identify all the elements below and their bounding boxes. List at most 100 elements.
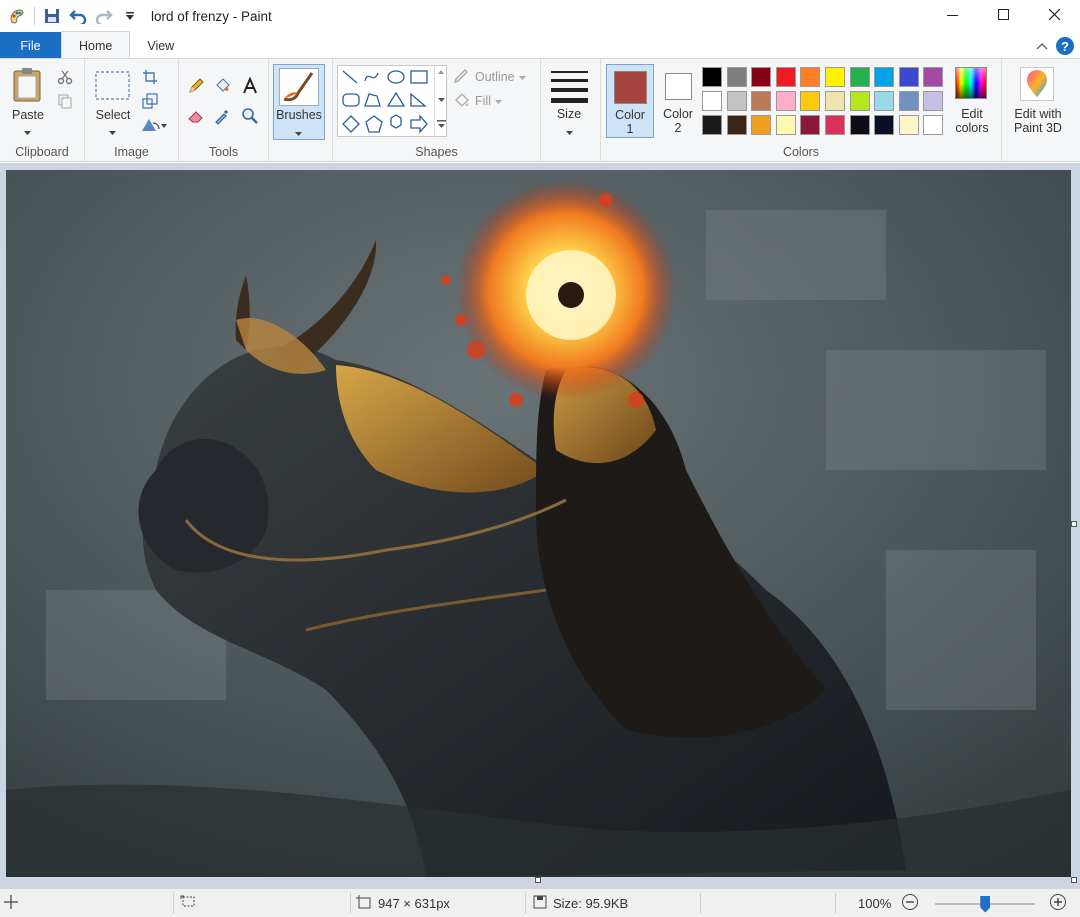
canvas-resize-handle-right[interactable] <box>1071 521 1077 527</box>
palette-swatch[interactable] <box>702 115 722 135</box>
palette-swatch[interactable] <box>923 91 944 111</box>
help-icon[interactable]: ? <box>1056 37 1074 55</box>
tab-file[interactable]: File <box>0 32 61 59</box>
paste-button[interactable]: Paste <box>6 65 50 135</box>
palette-swatch[interactable] <box>751 91 772 111</box>
select-label: Select <box>95 108 131 122</box>
copy-icon[interactable] <box>54 90 76 112</box>
size-button[interactable]: Size <box>545 65 595 141</box>
magnifier-icon[interactable] <box>239 105 261 127</box>
palette-swatch[interactable] <box>726 115 747 135</box>
palette-swatch[interactable] <box>898 91 919 111</box>
canvas-resize-handle-bottom[interactable] <box>535 877 541 883</box>
palette-swatch[interactable] <box>751 67 772 87</box>
palette-swatch[interactable] <box>874 115 895 135</box>
crop-icon[interactable] <box>139 66 161 88</box>
undo-icon[interactable] <box>69 7 87 25</box>
color-picker-icon[interactable] <box>211 105 233 127</box>
paint-window: lord of frenzy - Paint File Home View ? <box>0 0 1080 917</box>
palette-swatch[interactable] <box>898 115 919 135</box>
zoom-out-button[interactable] <box>901 893 919 914</box>
palette-swatch[interactable] <box>800 91 821 111</box>
fill-bucket-icon[interactable] <box>211 75 233 97</box>
status-separator <box>835 893 836 914</box>
customize-toolbar-chevron-icon[interactable] <box>121 7 139 25</box>
redo-icon[interactable] <box>95 7 113 25</box>
text-tool-icon[interactable] <box>239 75 261 97</box>
title-bar: lord of frenzy - Paint <box>0 0 1080 32</box>
resize-icon[interactable] <box>139 90 161 112</box>
painting-image <box>6 170 1071 877</box>
brush-icon <box>279 68 319 106</box>
tools-group: Tools <box>179 59 269 162</box>
canvas-resize-handle-corner[interactable] <box>1071 877 1077 883</box>
shapes-scrollbar[interactable] <box>434 65 447 137</box>
selection-size <box>180 889 196 917</box>
shapes-gallery[interactable] <box>337 65 447 137</box>
edit-colors-button[interactable]: Edit colors <box>949 65 995 139</box>
outline-button[interactable]: Outline <box>453 68 526 86</box>
fill-button[interactable]: Fill <box>453 92 502 110</box>
image-canvas[interactable] <box>6 170 1071 877</box>
zoom-slider[interactable] <box>935 894 1036 914</box>
image-dimensions-text: 947 × 631px <box>378 896 450 911</box>
palette-swatch[interactable] <box>775 115 796 135</box>
palette-swatch[interactable] <box>849 115 870 135</box>
palette-swatch[interactable] <box>849 67 870 87</box>
palette-swatch[interactable] <box>923 115 944 135</box>
pencil-icon[interactable] <box>185 75 207 97</box>
palette-swatch[interactable] <box>849 91 870 111</box>
brushes-button[interactable]: Brushes <box>273 64 325 140</box>
paste-icon <box>12 67 44 106</box>
tab-view[interactable]: View <box>130 32 191 59</box>
collapse-ribbon-chevron-icon[interactable] <box>1036 39 1048 53</box>
outline-dropdown-icon <box>518 70 526 84</box>
select-button[interactable]: Select <box>91 65 135 135</box>
palette-swatch[interactable] <box>702 91 722 111</box>
cursor-position <box>4 889 18 917</box>
palette-swatch[interactable] <box>923 67 944 87</box>
color1-swatch <box>614 71 647 104</box>
palette-swatch[interactable] <box>751 115 772 135</box>
rotate-icon[interactable] <box>139 114 169 136</box>
eraser-icon[interactable] <box>185 105 207 127</box>
palette-swatch[interactable] <box>874 67 895 87</box>
palette-swatch[interactable] <box>800 67 821 87</box>
palette-swatch[interactable] <box>726 67 747 87</box>
image-dimensions: 947 × 631px <box>356 889 450 917</box>
zoom-slider-thumb[interactable] <box>980 895 991 913</box>
color1-button[interactable]: Color 1 <box>606 64 654 138</box>
palette-swatch[interactable] <box>775 91 796 111</box>
palette-swatch[interactable] <box>898 67 919 87</box>
palette-swatch[interactable] <box>800 115 821 135</box>
save-icon[interactable] <box>43 7 61 25</box>
palette-swatch[interactable] <box>726 91 747 111</box>
zoom-in-button[interactable] <box>1049 893 1067 914</box>
tab-home[interactable]: Home <box>61 31 131 59</box>
brushes-label: Brushes <box>276 108 322 122</box>
file-size: Size: 95.9KB <box>533 889 628 917</box>
edit-with-paint3d-button[interactable]: Edit with Paint 3D <box>1005 65 1071 139</box>
qa-separator <box>34 7 35 25</box>
color2-number: 2 <box>674 121 682 135</box>
canvas-workspace[interactable] <box>0 163 1080 888</box>
disk-icon <box>533 895 547 912</box>
color2-label: Color <box>663 107 693 121</box>
palette-swatch[interactable] <box>775 67 796 87</box>
status-separator <box>700 893 701 914</box>
palette-swatch[interactable] <box>825 91 845 111</box>
size-lines-icon <box>551 69 589 106</box>
outline-label: Outline <box>475 70 515 84</box>
palette-swatch[interactable] <box>702 67 722 87</box>
maximize-button[interactable] <box>978 0 1029 30</box>
quick-access-toolbar <box>0 7 139 25</box>
cut-icon[interactable] <box>54 66 76 88</box>
palette-swatch[interactable] <box>825 67 845 87</box>
palette-swatch[interactable] <box>874 91 895 111</box>
selection-icon <box>180 895 196 912</box>
minimize-button[interactable] <box>927 0 978 30</box>
close-button[interactable] <box>1029 0 1080 30</box>
palette-swatch[interactable] <box>825 115 845 135</box>
window-controls <box>927 0 1080 30</box>
color2-button[interactable]: Color 2 <box>655 64 703 138</box>
